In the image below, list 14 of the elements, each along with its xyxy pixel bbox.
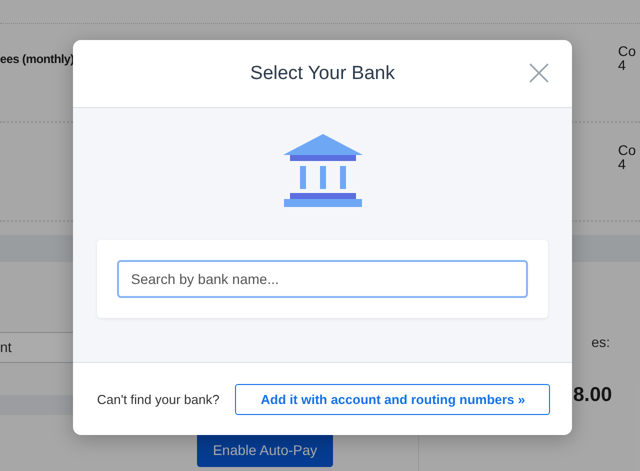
bank-icon xyxy=(282,134,362,208)
footer-prompt: Can't find your bank? xyxy=(97,392,220,406)
summary-label: es: xyxy=(591,334,610,350)
cell-text: 4 xyxy=(618,157,627,171)
search-field[interactable]: Search by bank name... xyxy=(117,260,528,298)
cell-text: Co xyxy=(618,44,637,58)
enable-autopay-button[interactable]: Enable Auto-Pay xyxy=(196,433,334,467)
cell-text: Co xyxy=(618,143,637,157)
dialog-title: Select Your Bank xyxy=(250,62,395,84)
cell-text: 4 xyxy=(618,58,627,72)
add-bank-button[interactable]: Add it with account and routing numbers » xyxy=(235,384,550,414)
summary-amount: 8.00 xyxy=(573,384,612,407)
fee-label: ees (monthly) xyxy=(0,52,74,68)
close-button[interactable] xyxy=(528,62,550,84)
